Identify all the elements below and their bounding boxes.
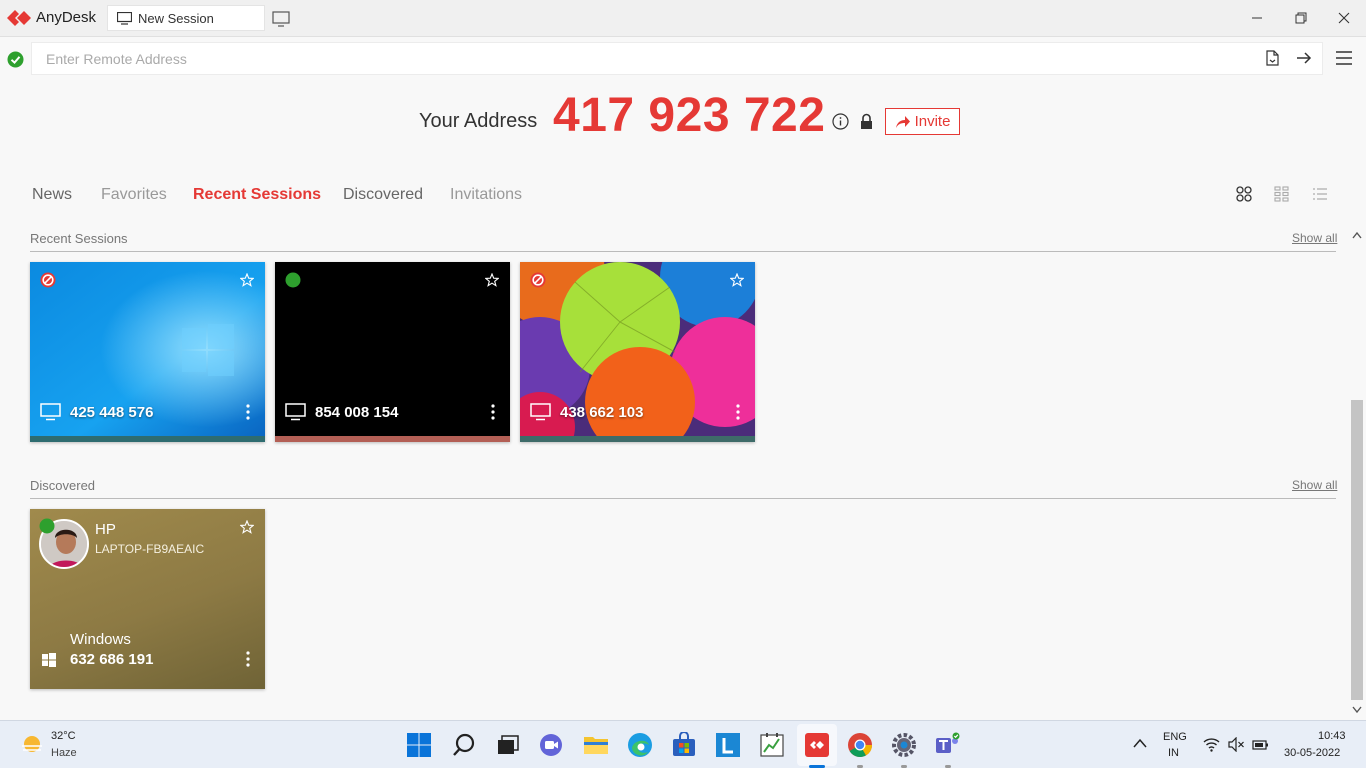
more-options-icon[interactable] [245,403,251,421]
favorite-star-icon[interactable] [240,273,254,287]
taskbar: 32°C Haze ENG IN 10:43 30-05-2022 [0,720,1366,768]
your-address-number: 417 923 722 [553,89,826,142]
tab-discovered[interactable]: Discovered [343,186,423,204]
scroll-down-icon[interactable] [1352,706,1362,713]
session-address: 438 662 103 [560,404,644,421]
chrome-icon[interactable] [847,732,873,758]
task-view-icon[interactable] [494,732,520,758]
weather-temperature: 32°C [51,730,76,742]
language-indicator[interactable]: ENG [1163,731,1187,743]
section-divider [30,498,1336,499]
device-name: HP [95,521,116,538]
card-status-bar [30,436,265,442]
edge-icon[interactable] [627,732,653,758]
scrollbar-thumb[interactable] [1351,400,1363,700]
clock-date[interactable]: 30-05-2022 [1284,747,1340,759]
battery-icon[interactable] [1252,737,1269,752]
restore-button[interactable] [1278,0,1324,36]
start-icon[interactable] [406,732,432,758]
more-options-icon[interactable] [490,403,496,421]
chevron-up-icon[interactable] [1133,738,1147,748]
more-options-icon[interactable] [735,403,741,421]
session-card[interactable]: 425 448 576 [30,262,265,442]
online-status-icon [285,272,301,288]
windows-logo-icon [42,653,56,667]
online-status-icon [39,518,55,534]
close-icon [1338,12,1350,24]
device-os: Windows [70,631,131,648]
device-address: 632 686 191 [70,651,154,668]
blocked-status-icon [40,272,56,288]
session-address: 854 008 154 [315,404,399,421]
card-status-bar [520,436,755,442]
l-app-icon[interactable] [715,732,741,758]
chat-icon[interactable] [538,732,564,758]
minimize-button[interactable] [1234,0,1280,36]
address-toolbar [0,37,1366,79]
file-explorer-icon[interactable] [583,732,609,758]
section-divider [30,251,1336,252]
session-card[interactable]: 438 662 103 [520,262,755,442]
tab-favorites[interactable]: Favorites [101,186,167,204]
close-button[interactable] [1321,0,1366,36]
language-region[interactable]: IN [1168,747,1179,759]
hamburger-menu-icon[interactable] [1335,49,1353,67]
title-bar: AnyDesk New Session [0,0,1366,37]
discovered-header: Discovered [30,478,96,493]
invite-button[interactable]: Invite [885,108,960,135]
restore-icon [1295,12,1307,24]
monitor-icon [530,403,551,421]
weather-haze-icon[interactable] [20,734,44,756]
monitor-icon [285,403,306,421]
tab-label: New Session [138,11,214,26]
new-tab-icon[interactable] [272,11,290,27]
recent-sessions-header: Recent Sessions [30,231,128,246]
session-address: 425 448 576 [70,404,154,421]
large-tiles-view-icon[interactable] [1236,186,1252,202]
tab-recent-sessions[interactable]: Recent Sessions [193,186,321,204]
monitor-icon [117,12,132,25]
blocked-status-icon [530,272,546,288]
app-title: AnyDesk [36,9,97,26]
minimize-icon [1252,17,1262,19]
connect-arrow-icon[interactable] [1296,51,1312,65]
list-view-icon[interactable] [1312,186,1328,202]
invite-label: Invite [914,113,951,130]
lock-icon[interactable] [859,113,874,130]
favorite-star-icon[interactable] [240,520,254,534]
remote-address-input[interactable] [31,42,1323,75]
weather-description: Haze [51,747,77,759]
share-arrow-icon [895,115,910,128]
device-hostname: LAPTOP-FB9AEAIC [95,542,205,556]
notes-app-icon[interactable] [759,732,785,758]
small-tiles-view-icon[interactable] [1274,186,1290,202]
tab-invitations[interactable]: Invitations [450,186,522,204]
store-icon[interactable] [671,732,697,758]
volume-muted-icon[interactable] [1228,737,1245,752]
clock-time[interactable]: 10:43 [1318,730,1346,742]
tab-new-session[interactable]: New Session [107,5,265,31]
favorite-star-icon[interactable] [485,273,499,287]
search-icon[interactable] [451,732,477,758]
scroll-up-icon[interactable] [1352,232,1362,239]
info-icon[interactable] [832,113,849,130]
monitor-icon [40,403,61,421]
session-card[interactable]: 854 008 154 [275,262,510,442]
card-status-bar [275,436,510,442]
favorite-star-icon[interactable] [730,273,744,287]
discovered-device-card[interactable]: HP LAPTOP-FB9AEAIC Windows 632 686 191 [30,509,265,689]
discovered-show-all-link[interactable]: Show all [1292,478,1337,492]
settings-icon[interactable] [891,732,917,758]
connection-ok-icon [7,51,24,68]
recent-sessions-show-all-link[interactable]: Show all [1292,231,1337,245]
anydesk-icon[interactable] [804,732,830,758]
tab-news[interactable]: News [32,186,72,204]
more-options-icon[interactable] [245,650,251,668]
teams-icon[interactable] [935,732,961,758]
anydesk-logo-icon [7,10,31,26]
your-address-label: Your Address [419,110,538,132]
file-transfer-icon[interactable] [1265,50,1280,66]
wifi-icon[interactable] [1203,737,1220,752]
